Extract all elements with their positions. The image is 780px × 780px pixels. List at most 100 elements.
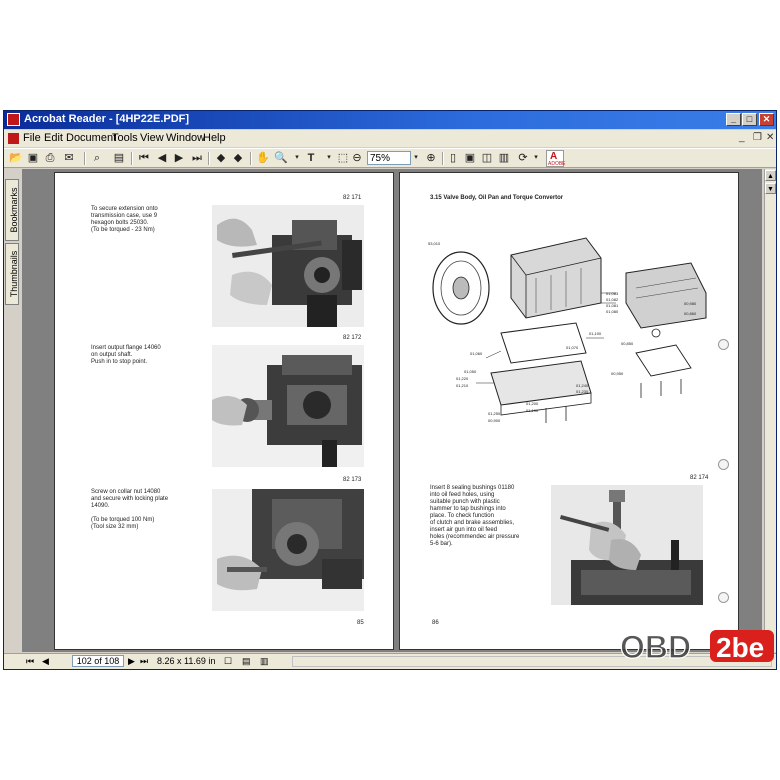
part-label: 01,240 (576, 383, 589, 388)
assembly-photo-2 (212, 345, 364, 467)
toolbar-separator (442, 152, 444, 165)
page-hole-marker (718, 339, 729, 350)
zoom-level-field[interactable]: 75% (367, 151, 411, 165)
page-number-right: 86 (432, 620, 439, 626)
menu-edit[interactable]: Edit (44, 132, 63, 144)
assembly-photo-3 (212, 489, 364, 611)
minimize-button[interactable]: _ (726, 113, 741, 126)
prev-page-icon[interactable]: ◀ (155, 151, 169, 165)
page-size-label: 8.26 x 11.69 in (157, 656, 216, 666)
part-label: 53,010 (428, 241, 441, 246)
zoom-dropdown-icon[interactable]: ▾ (409, 151, 423, 165)
toolbar-separator (208, 152, 210, 165)
save-icon[interactable]: ▣ (26, 151, 40, 165)
close-button[interactable]: ✕ (759, 113, 774, 126)
adobe-icon[interactable]: A ADOBE (546, 150, 566, 167)
single-page-icon[interactable]: ☐ (224, 656, 232, 667)
part-label: 01,210 (456, 383, 469, 388)
menu-help[interactable]: Help (203, 132, 226, 144)
zoom-out-icon[interactable]: ⊖ (350, 151, 364, 165)
next-page-icon[interactable]: ▶ (128, 656, 135, 667)
search-icon[interactable]: ⌕ (90, 151, 104, 165)
zoom-in-icon[interactable]: ⊕ (424, 151, 438, 165)
tab-bookmarks[interactable]: Bookmarks (5, 179, 19, 241)
graphics-select-icon[interactable]: ⬚ (336, 151, 350, 165)
actual-size-icon[interactable]: ▯ (446, 151, 460, 165)
menu-file[interactable]: File (23, 132, 41, 144)
print-icon[interactable]: ⎙ (43, 151, 57, 165)
continuous-icon[interactable]: ▤ (242, 656, 251, 667)
doc-restore-icon[interactable]: ❐ (753, 132, 762, 143)
vertical-scrollbar[interactable]: ▲ ▼ (764, 169, 776, 652)
toolbar-separator (131, 152, 133, 165)
left-page: To secure extension onto transmission ca… (54, 172, 394, 650)
acrobat-app-icon[interactable] (7, 113, 20, 126)
bookmark-pane-icon[interactable]: ▤ (112, 151, 126, 165)
last-page-icon[interactable]: ⏭ (140, 656, 148, 667)
figure-number-2: 82 172 (343, 335, 362, 341)
page-number-field[interactable]: 102 of 108 (72, 655, 124, 667)
go-forward-icon[interactable]: ◆ (231, 151, 245, 165)
menu-window[interactable]: Window (166, 132, 205, 144)
email-icon[interactable]: ✉ (62, 151, 76, 165)
part-label: 00,860 (684, 311, 697, 316)
part-label: 01,100 (589, 331, 602, 336)
part-label: 01,050 (464, 369, 477, 374)
assembly-photo-4 (551, 485, 703, 605)
go-back-icon[interactable]: ◆ (214, 151, 228, 165)
part-label: 00,850 (621, 341, 634, 346)
menu-tools[interactable]: Tools (112, 132, 138, 144)
part-label: 01,250 (488, 411, 501, 416)
dropdown-arrow-icon[interactable]: ▾ (322, 151, 336, 165)
dropdown-arrow-icon[interactable]: ▾ (290, 151, 304, 165)
first-page-icon[interactable]: ⏮ (26, 656, 34, 667)
part-label: 01,220 (456, 376, 469, 381)
part-label: 01,230 (576, 389, 589, 394)
menu-document[interactable]: Document (66, 132, 116, 144)
first-page-icon[interactable]: ⏮ (137, 151, 151, 165)
watermark-logo: OBD 2be (618, 622, 778, 668)
figure-number-4: 82 174 (690, 475, 709, 481)
open-icon[interactable]: 📂 (9, 151, 23, 165)
dropdown-arrow-icon[interactable]: ▾ (529, 151, 543, 165)
maximize-button[interactable]: □ (742, 113, 757, 126)
menu-view[interactable]: View (140, 132, 164, 144)
part-label: 01,080 (606, 309, 619, 314)
acrobat-window: Acrobat Reader - [4HP22E.PDF] _ □ ✕ File… (3, 110, 777, 670)
part-label: 01,060 (470, 351, 483, 356)
fit-page-icon[interactable]: ▣ (463, 151, 477, 165)
scroll-up-icon[interactable]: ▲ (765, 170, 776, 181)
tab-thumbnails[interactable]: Thumbnails (5, 243, 19, 305)
document-icon[interactable] (8, 133, 19, 144)
menu-bar: File Edit Document Tools View Window Hel… (4, 130, 776, 147)
right-page: 3.15 Valve Body, Oil Pan and Torque Conv… (399, 172, 739, 650)
next-page-icon[interactable]: ▶ (172, 151, 186, 165)
exploded-diagram: 53,010 01,083 01,082 01,081 01,080 00,98… (426, 233, 716, 431)
scroll-down-icon[interactable]: ▼ (765, 183, 776, 194)
text-select-icon[interactable]: T (304, 151, 318, 165)
title-bar[interactable]: Acrobat Reader - [4HP22E.PDF] _ □ ✕ (4, 111, 776, 129)
part-label: 00,980 (684, 301, 697, 306)
doc-minimize-icon[interactable]: _ (739, 132, 745, 143)
fit-width-icon[interactable]: ◫ (480, 151, 494, 165)
watermark-prefix: OBD (620, 629, 691, 665)
part-label: 01,200 (526, 401, 539, 406)
facing-pages-icon[interactable]: ▥ (260, 656, 269, 667)
instruction-text-1: To secure extension onto transmission ca… (91, 206, 158, 233)
window-title: Acrobat Reader - [4HP22E.PDF] (24, 113, 190, 125)
rotate-icon[interactable]: ⟳ (516, 151, 530, 165)
reflow-icon[interactable]: ▥ (497, 151, 511, 165)
watermark-suffix: 2be (716, 632, 764, 663)
hand-tool-icon[interactable]: ✋ (256, 151, 270, 165)
instruction-text-2: Insert output flange 14060 on output sha… (91, 345, 161, 365)
page-number-left: 85 (357, 620, 364, 626)
last-page-icon[interactable]: ⏭ (190, 151, 204, 165)
zoom-tool-icon[interactable]: 🔍 (274, 151, 288, 165)
doc-close-icon[interactable]: ✕ (766, 132, 774, 143)
part-label: 00,950 (611, 371, 624, 376)
section-heading: 3.15 Valve Body, Oil Pan and Torque Conv… (430, 195, 564, 201)
prev-page-icon[interactable]: ◀ (42, 656, 49, 667)
page-hole-marker (718, 459, 729, 470)
part-label: 01,070 (566, 345, 579, 350)
document-viewport[interactable]: To secure extension onto transmission ca… (22, 169, 762, 652)
